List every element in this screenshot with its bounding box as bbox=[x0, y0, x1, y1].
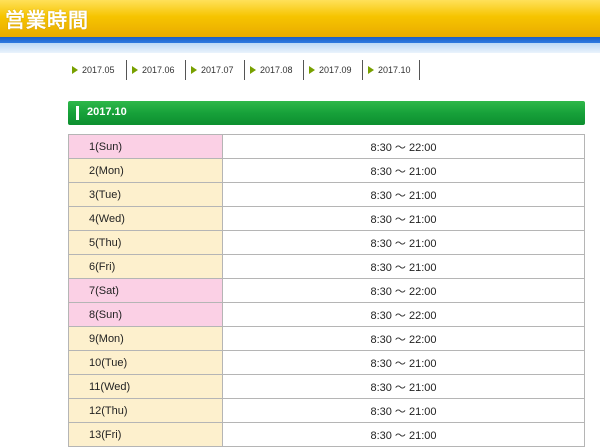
day-cell: 2(Mon) bbox=[68, 158, 223, 183]
time-cell: 8:30 ～ 21:00 bbox=[222, 374, 585, 399]
month-link-label: 2017.06 bbox=[142, 65, 175, 75]
month-link-label: 2017.10 bbox=[378, 65, 411, 75]
table-row: 5(Thu) 8:30 ～ 21:00 bbox=[68, 230, 585, 255]
table-row: 4(Wed) 8:30 ～ 21:00 bbox=[68, 206, 585, 231]
day-cell: 5(Thu) bbox=[68, 230, 223, 255]
month-link-2017-08[interactable]: 2017.08 bbox=[245, 60, 304, 80]
month-nav: 2017.05 2017.06 2017.07 2017.08 2017.09 … bbox=[67, 60, 420, 80]
day-cell: 1(Sun) bbox=[68, 134, 223, 159]
header-sky-band bbox=[0, 43, 600, 53]
time-cell: 8:30 ～ 22:00 bbox=[222, 278, 585, 303]
day-cell: 6(Fri) bbox=[68, 254, 223, 279]
month-link-label: 2017.09 bbox=[319, 65, 352, 75]
time-cell: 8:30 ～ 22:00 bbox=[222, 302, 585, 327]
time-cell: 8:30 ～ 21:00 bbox=[222, 350, 585, 375]
month-link-2017-07[interactable]: 2017.07 bbox=[186, 60, 245, 80]
page-title: 営業時間 bbox=[5, 8, 89, 32]
time-cell: 8:30 ～ 22:00 bbox=[222, 134, 585, 159]
table-row: 11(Wed) 8:30 ～ 21:00 bbox=[68, 374, 585, 399]
month-link-label: 2017.05 bbox=[82, 65, 115, 75]
table-row: 2(Mon) 8:30 ～ 21:00 bbox=[68, 158, 585, 183]
day-cell: 12(Thu) bbox=[68, 398, 223, 423]
table-row: 10(Tue) 8:30 ～ 21:00 bbox=[68, 350, 585, 375]
hours-table: 1(Sun) 8:30 ～ 22:00 2(Mon) 8:30 ～ 21:00 … bbox=[68, 134, 585, 447]
time-cell: 8:30 ～ 21:00 bbox=[222, 422, 585, 447]
table-row: 8(Sun) 8:30 ～ 22:00 bbox=[68, 302, 585, 327]
time-cell: 8:30 ～ 21:00 bbox=[222, 230, 585, 255]
page-header: 営業時間 bbox=[0, 0, 600, 37]
month-link-2017-05[interactable]: 2017.05 bbox=[67, 60, 127, 80]
table-row: 3(Tue) 8:30 ～ 21:00 bbox=[68, 182, 585, 207]
triangle-right-icon bbox=[191, 66, 197, 74]
table-row: 6(Fri) 8:30 ～ 21:00 bbox=[68, 254, 585, 279]
month-link-label: 2017.08 bbox=[260, 65, 293, 75]
time-cell: 8:30 ～ 21:00 bbox=[222, 182, 585, 207]
month-link-2017-09[interactable]: 2017.09 bbox=[304, 60, 363, 80]
month-link-label: 2017.07 bbox=[201, 65, 234, 75]
day-cell: 13(Fri) bbox=[68, 422, 223, 447]
time-cell: 8:30 ～ 22:00 bbox=[222, 326, 585, 351]
table-row: 9(Mon) 8:30 ～ 22:00 bbox=[68, 326, 585, 351]
day-cell: 11(Wed) bbox=[68, 374, 223, 399]
triangle-right-icon bbox=[250, 66, 256, 74]
day-cell: 10(Tue) bbox=[68, 350, 223, 375]
day-cell: 7(Sat) bbox=[68, 278, 223, 303]
time-cell: 8:30 ～ 21:00 bbox=[222, 158, 585, 183]
month-link-2017-10[interactable]: 2017.10 bbox=[363, 60, 420, 80]
day-cell: 3(Tue) bbox=[68, 182, 223, 207]
table-row: 1(Sun) 8:30 ～ 22:00 bbox=[68, 134, 585, 159]
section-marker bbox=[76, 106, 79, 120]
day-cell: 8(Sun) bbox=[68, 302, 223, 327]
time-cell: 8:30 ～ 21:00 bbox=[222, 398, 585, 423]
day-cell: 4(Wed) bbox=[68, 206, 223, 231]
month-link-2017-06[interactable]: 2017.06 bbox=[127, 60, 186, 80]
time-cell: 8:30 ～ 21:00 bbox=[222, 254, 585, 279]
triangle-right-icon bbox=[309, 66, 315, 74]
section-title: 2017.10 bbox=[87, 106, 127, 118]
triangle-right-icon bbox=[72, 66, 78, 74]
table-row: 12(Thu) 8:30 ～ 21:00 bbox=[68, 398, 585, 423]
table-row: 7(Sat) 8:30 ～ 22:00 bbox=[68, 278, 585, 303]
day-cell: 9(Mon) bbox=[68, 326, 223, 351]
table-row: 13(Fri) 8:30 ～ 21:00 bbox=[68, 422, 585, 447]
triangle-right-icon bbox=[368, 66, 374, 74]
triangle-right-icon bbox=[132, 66, 138, 74]
section-heading: 2017.10 bbox=[68, 101, 585, 125]
time-cell: 8:30 ～ 21:00 bbox=[222, 206, 585, 231]
